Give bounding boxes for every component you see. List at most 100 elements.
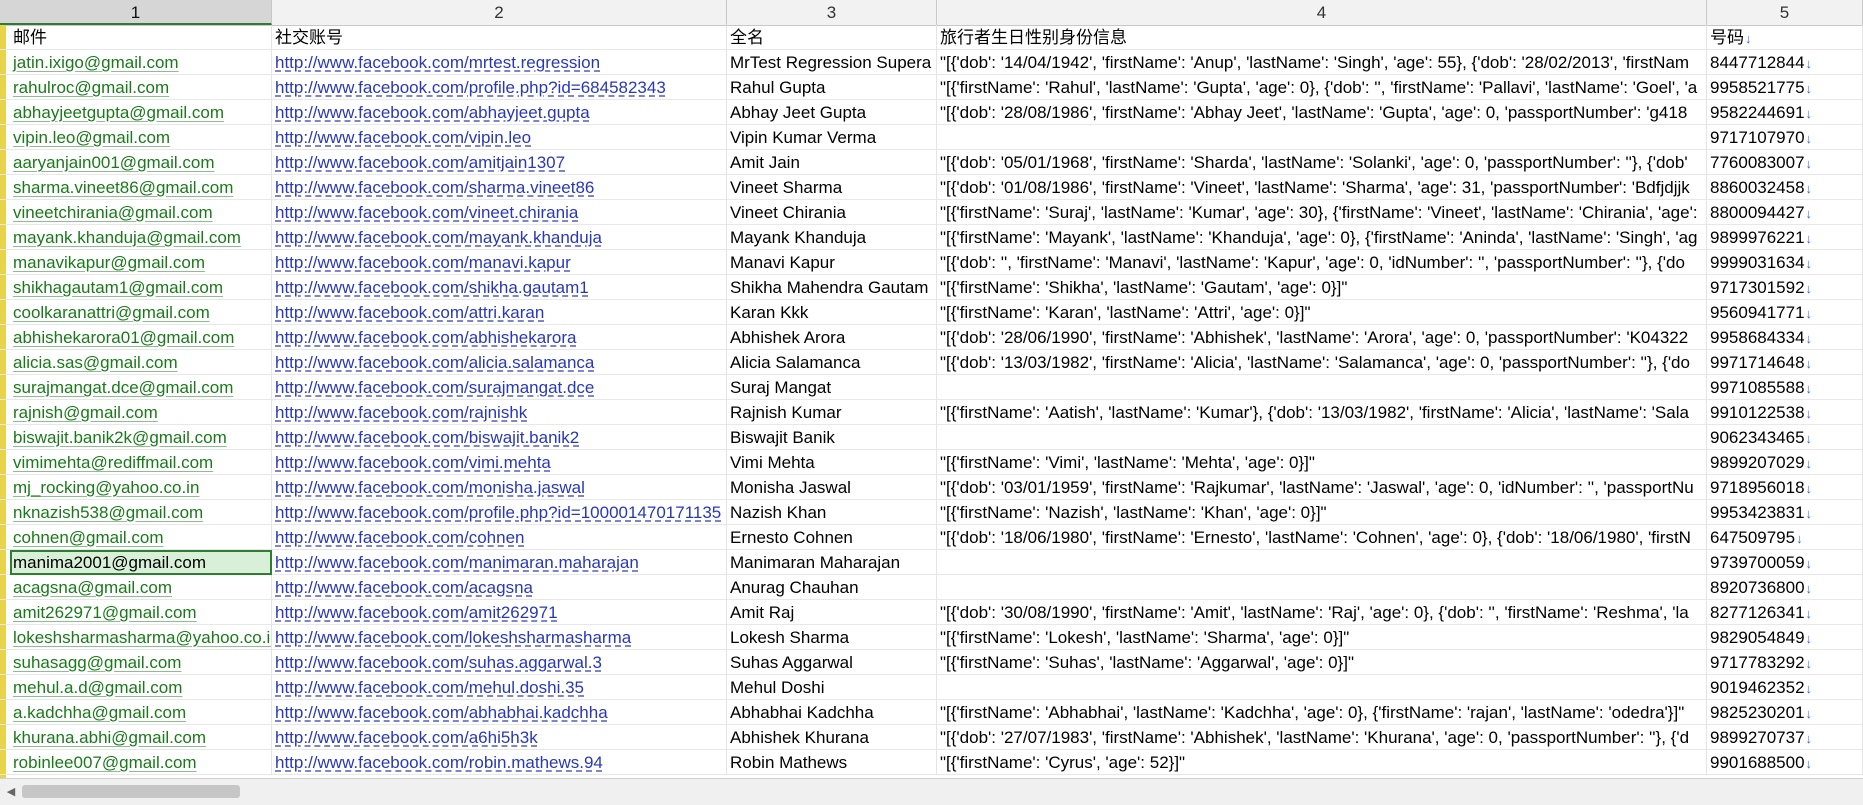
social-cell[interactable]: http://www.facebook.com/robin.mathews.94	[272, 750, 727, 775]
email-cell[interactable]: shikhagautam1@gmail.com	[10, 275, 272, 300]
name-cell[interactable]: Vineet Chirania	[727, 200, 937, 225]
social-cell[interactable]: http://www.facebook.com/profile.php?id=1…	[272, 500, 727, 525]
email-link[interactable]: coolkaranattri@gmail.com	[13, 303, 210, 322]
phone-cell[interactable]: 9971085588↓	[1707, 375, 1863, 400]
email-link[interactable]: a.kadchha@gmail.com	[13, 703, 186, 722]
name-cell[interactable]: Amit Jain	[727, 150, 937, 175]
social-link[interactable]: http://www.facebook.com/sharma.vineet86	[275, 178, 594, 197]
social-cell[interactable]: http://www.facebook.com/profile.php?id=6…	[272, 75, 727, 100]
name-cell[interactable]: Monisha Jaswal	[727, 475, 937, 500]
phone-cell[interactable]: 9717107970↓	[1707, 125, 1863, 150]
traveler-info-cell[interactable]: "[{'dob': '01/08/1986', 'firstName': 'Vi…	[937, 175, 1707, 200]
traveler-info-cell[interactable]	[937, 375, 1707, 400]
phone-cell[interactable]: 9829054849↓	[1707, 625, 1863, 650]
social-link[interactable]: http://www.facebook.com/mehul.doshi.35	[275, 678, 584, 697]
phone-cell[interactable]: 9062343465↓	[1707, 425, 1863, 450]
social-cell[interactable]: http://www.facebook.com/mehul.doshi.35	[272, 675, 727, 700]
email-link[interactable]: vimimehta@rediffmail.com	[13, 453, 213, 472]
email-link[interactable]: abhayjeetgupta@gmail.com	[13, 103, 224, 122]
email-link[interactable]: surajmangat.dce@gmail.com	[13, 378, 233, 397]
header-traveler[interactable]: 旅行者生日性别身份信息	[937, 25, 1707, 50]
social-link[interactable]: http://www.facebook.com/monisha.jaswal	[275, 478, 585, 497]
email-link[interactable]: mj_rocking@yahoo.co.in	[13, 478, 199, 497]
phone-cell[interactable]: 8920736800↓	[1707, 575, 1863, 600]
social-link[interactable]: http://www.facebook.com/abhayjeet.gupta	[275, 103, 590, 122]
traveler-info-cell[interactable]: "[{'firstName': 'Karan', 'lastName': 'At…	[937, 300, 1707, 325]
social-link[interactable]: http://www.facebook.com/vimi.mehta	[275, 453, 551, 472]
email-link[interactable]: alicia.sas@gmail.com	[13, 353, 178, 372]
header-name[interactable]: 全名	[727, 25, 937, 50]
phone-cell[interactable]: 9718956018↓	[1707, 475, 1863, 500]
email-link[interactable]: rahulroc@gmail.com	[13, 78, 169, 97]
email-link[interactable]: abhishekarora01@gmail.com	[13, 328, 234, 347]
email-link[interactable]: shikhagautam1@gmail.com	[13, 278, 223, 297]
email-cell[interactable]: lokeshsharmasharma@yahoo.co.in	[10, 625, 272, 650]
email-cell[interactable]: mj_rocking@yahoo.co.in	[10, 475, 272, 500]
traveler-info-cell[interactable]: "[{'firstName': 'Abhabhai', 'lastName': …	[937, 700, 1707, 725]
name-cell[interactable]: Anurag Chauhan	[727, 575, 937, 600]
phone-cell[interactable]: 9825230201↓	[1707, 700, 1863, 725]
email-cell[interactable]: abhishekarora01@gmail.com	[10, 325, 272, 350]
traveler-info-cell[interactable]: "[{'dob': '30/08/1990', 'firstName': 'Am…	[937, 600, 1707, 625]
name-cell[interactable]: Abhishek Arora	[727, 325, 937, 350]
social-cell[interactable]: http://www.facebook.com/shikha.gautam1	[272, 275, 727, 300]
social-cell[interactable]: http://www.facebook.com/abhishekarora	[272, 325, 727, 350]
social-cell[interactable]: http://www.facebook.com/abhabhai.kadchha	[272, 700, 727, 725]
name-cell[interactable]: Suraj Mangat	[727, 375, 937, 400]
social-cell[interactable]: http://www.facebook.com/vimi.mehta	[272, 450, 727, 475]
header-phone[interactable]: 号码↓	[1707, 25, 1863, 50]
email-cell[interactable]: sharma.vineet86@gmail.com	[10, 175, 272, 200]
chevron-left-icon[interactable]: ◀	[4, 785, 18, 799]
email-cell[interactable]: a.kadchha@gmail.com	[10, 700, 272, 725]
traveler-info-cell[interactable]	[937, 575, 1707, 600]
email-link[interactable]: robinlee007@gmail.com	[13, 753, 197, 772]
email-cell[interactable]: khurana.abhi@gmail.com	[10, 725, 272, 750]
email-cell[interactable]: alicia.sas@gmail.com	[10, 350, 272, 375]
phone-cell[interactable]: 9560941771↓	[1707, 300, 1863, 325]
social-cell[interactable]: http://www.facebook.com/cohnen	[272, 525, 727, 550]
email-link[interactable]: cohnen@gmail.com	[13, 528, 164, 547]
phone-cell[interactable]: 9899976221↓	[1707, 225, 1863, 250]
social-cell[interactable]: http://www.facebook.com/sharma.vineet86	[272, 175, 727, 200]
social-cell[interactable]: http://www.facebook.com/amit262971	[272, 600, 727, 625]
social-cell[interactable]: http://www.facebook.com/suhas.aggarwal.3	[272, 650, 727, 675]
social-link[interactable]: http://www.facebook.com/manimaran.mahara…	[275, 553, 639, 572]
name-cell[interactable]: Abhay Jeet Gupta	[727, 100, 937, 125]
phone-cell[interactable]: 9953423831↓	[1707, 500, 1863, 525]
email-link[interactable]: nknazish538@gmail.com	[13, 503, 203, 522]
email-link[interactable]: acagsna@gmail.com	[13, 578, 172, 597]
social-cell[interactable]: http://www.facebook.com/monisha.jaswal	[272, 475, 727, 500]
social-link[interactable]: http://www.facebook.com/shikha.gautam1	[275, 278, 589, 297]
email-cell[interactable]: cohnen@gmail.com	[10, 525, 272, 550]
phone-cell[interactable]: 9582244691↓	[1707, 100, 1863, 125]
social-cell[interactable]: http://www.facebook.com/abhayjeet.gupta	[272, 100, 727, 125]
name-cell[interactable]: Mayank Khanduja	[727, 225, 937, 250]
social-cell[interactable]: http://www.facebook.com/vipin.leo	[272, 125, 727, 150]
column-header-5[interactable]: 5	[1707, 0, 1863, 25]
name-cell[interactable]: Rajnish Kumar	[727, 400, 937, 425]
phone-cell[interactable]: 9958684334↓	[1707, 325, 1863, 350]
name-cell[interactable]: Rahul Gupta	[727, 75, 937, 100]
traveler-info-cell[interactable]: "[{'firstName': 'Nazish', 'lastName': 'K…	[937, 500, 1707, 525]
email-cell[interactable]: vimimehta@rediffmail.com	[10, 450, 272, 475]
social-cell[interactable]: http://www.facebook.com/mrtest.regressio…	[272, 50, 727, 75]
name-cell[interactable]: Suhas Aggarwal	[727, 650, 937, 675]
social-link[interactable]: http://www.facebook.com/mrtest.regressio…	[275, 53, 600, 72]
social-link[interactable]: http://www.facebook.com/abhishekarora	[275, 328, 576, 347]
social-link[interactable]: http://www.facebook.com/amit262971	[275, 603, 558, 622]
header-email[interactable]: 邮件	[10, 25, 272, 50]
name-cell[interactable]: Mehul Doshi	[727, 675, 937, 700]
traveler-info-cell[interactable]: "[{'dob': '03/01/1959', 'firstName': 'Ra…	[937, 475, 1707, 500]
traveler-info-cell[interactable]	[937, 550, 1707, 575]
traveler-info-cell[interactable]	[937, 425, 1707, 450]
social-cell[interactable]: http://www.facebook.com/alicia.salamanca	[272, 350, 727, 375]
email-link[interactable]: sharma.vineet86@gmail.com	[13, 178, 233, 197]
column-header-3[interactable]: 3	[727, 0, 937, 25]
selected-email-cell[interactable]: manima2001@gmail.com	[10, 550, 272, 575]
social-cell[interactable]: http://www.facebook.com/mayank.khanduja	[272, 225, 727, 250]
traveler-info-cell[interactable]: "[{'dob': '13/03/1982', 'firstName': 'Al…	[937, 350, 1707, 375]
phone-cell[interactable]: 9717783292↓	[1707, 650, 1863, 675]
social-link[interactable]: http://www.facebook.com/mayank.khanduja	[275, 228, 602, 247]
email-link[interactable]: amit262971@gmail.com	[13, 603, 197, 622]
social-cell[interactable]: http://www.facebook.com/acagsna	[272, 575, 727, 600]
